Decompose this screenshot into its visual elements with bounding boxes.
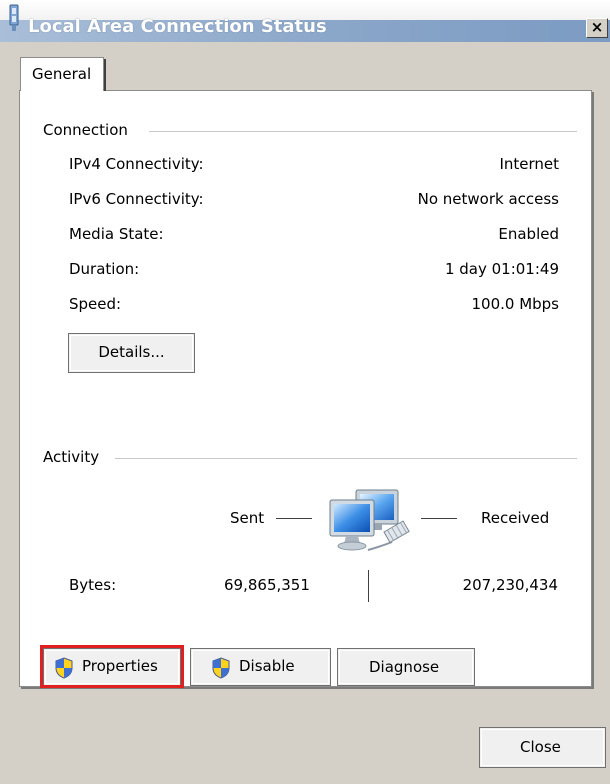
bytes-sent-value: 69,865,351 — [224, 576, 310, 594]
activity-group-divider — [115, 458, 577, 459]
disable-button[interactable]: Disable — [190, 648, 331, 686]
media-state-label: Media State: — [69, 225, 164, 243]
diagnose-button-label: Diagnose — [369, 658, 440, 676]
window-title: Local Area Connection Status — [28, 16, 327, 37]
tab-general[interactable]: General — [20, 57, 104, 91]
close-button[interactable]: Close — [479, 727, 606, 768]
close-button-label: Close — [520, 738, 561, 756]
tab-general-label: General — [32, 65, 92, 83]
details-button[interactable]: Details... — [68, 333, 195, 373]
duration-label: Duration: — [69, 260, 140, 278]
activity-group-title: Activity — [43, 448, 100, 466]
ipv4-connectivity-label: IPv4 Connectivity: — [69, 155, 204, 173]
connection-group-divider — [149, 131, 577, 132]
ipv6-connectivity-label: IPv6 Connectivity: — [69, 190, 204, 208]
speed-value: 100.0 Mbps — [471, 295, 559, 313]
connection-status-window: Local Area Connection Status × General C… — [0, 0, 610, 784]
ipv6-connectivity-value: No network access — [417, 190, 559, 208]
uac-shield-icon — [212, 657, 230, 679]
details-button-label: Details... — [98, 343, 165, 361]
title-bar[interactable]: Local Area Connection Status × — [0, 0, 610, 42]
received-line — [421, 518, 457, 519]
properties-highlight — [40, 645, 184, 688]
received-label: Received — [481, 509, 550, 527]
duration-value: 1 day 01:01:49 — [444, 260, 559, 278]
network-adapter-icon — [9, 4, 19, 31]
ipv4-connectivity-value: Internet — [499, 155, 559, 173]
sent-label: Sent — [230, 509, 265, 527]
close-icon[interactable]: × — [586, 18, 608, 38]
media-state-value: Enabled — [498, 225, 559, 243]
disable-button-label: Disable — [239, 657, 295, 675]
speed-label: Speed: — [69, 295, 122, 313]
diagnose-button[interactable]: Diagnose — [337, 648, 475, 686]
general-tab-panel — [19, 90, 592, 687]
bytes-label: Bytes: — [69, 576, 117, 594]
network-computers-icon — [329, 489, 410, 551]
connection-group-title: Connection — [43, 121, 128, 139]
sent-line — [276, 518, 312, 519]
bytes-received-value: 207,230,434 — [462, 576, 558, 594]
bytes-divider — [368, 570, 369, 602]
